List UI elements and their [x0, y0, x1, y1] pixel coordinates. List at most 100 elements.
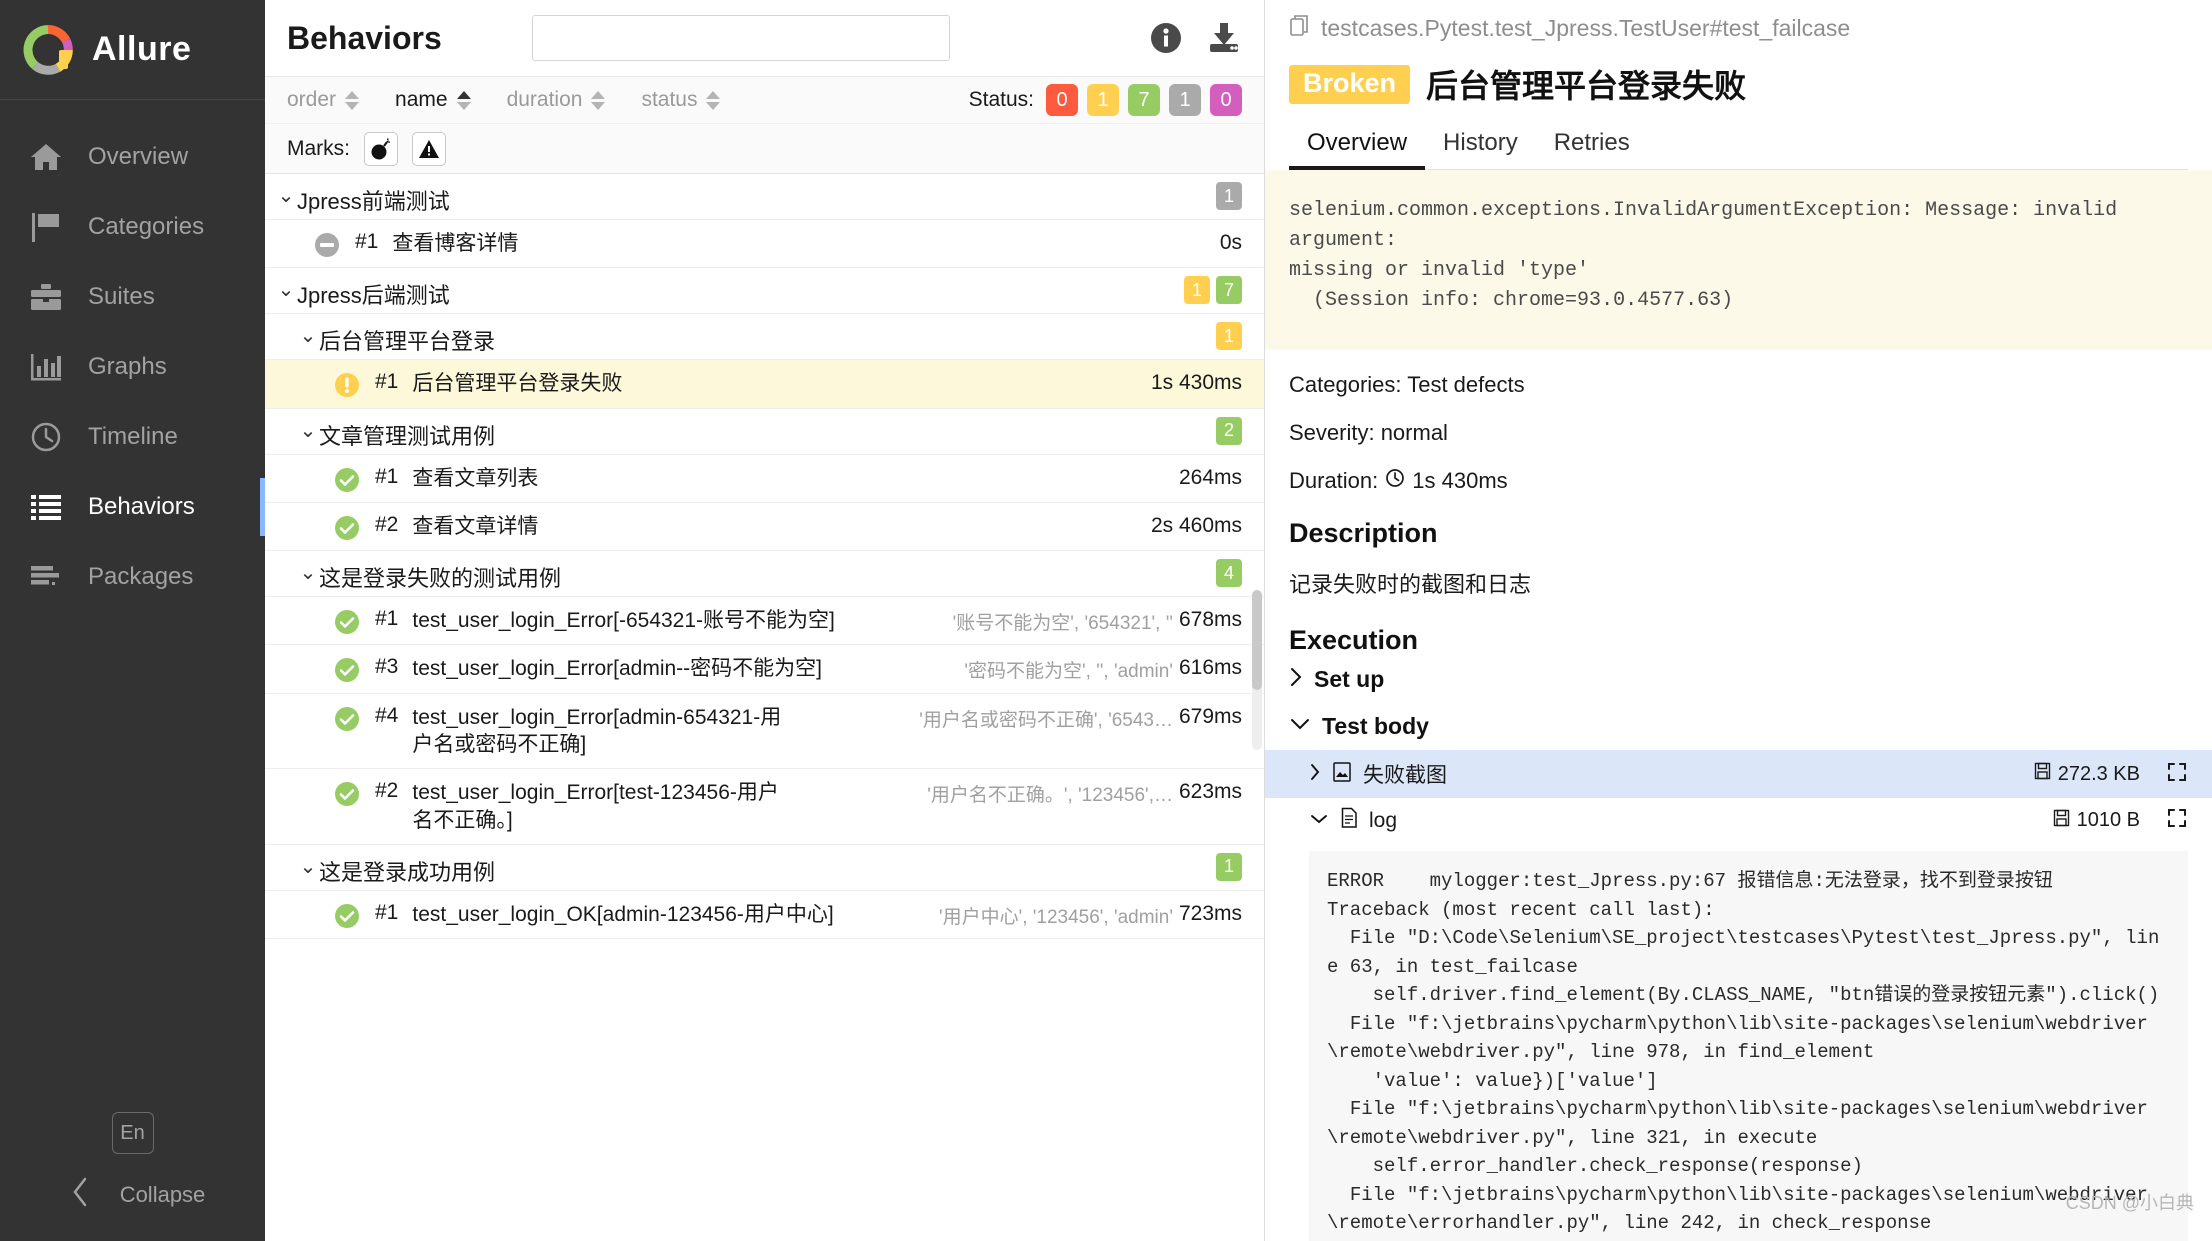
sidebar-item-label: Behaviors — [88, 493, 195, 520]
test-duration: 1s 430ms — [1150, 371, 1242, 395]
sidebar-nav: Overview Categories Suites Graphs Timeli… — [0, 100, 265, 612]
test-name: 查看文章详情 — [412, 514, 539, 538]
status-summary-label: Status: — [968, 88, 1034, 111]
tree-group-label: 这是登录成功用例 — [319, 859, 496, 885]
sidebar-item-timeline[interactable]: Timeline — [0, 402, 265, 472]
test-name: test_user_login_Error[admin-654321-用户名或密… — [412, 705, 782, 757]
sidebar-item-categories[interactable]: Categories — [0, 192, 265, 262]
status-chip-passed[interactable]: 7 — [1128, 84, 1160, 116]
tab-overview[interactable]: Overview — [1289, 129, 1426, 170]
table-row[interactable]: #1 查看博客详情 0s — [265, 220, 1264, 269]
sidebar-item-label: Timeline — [88, 423, 178, 450]
status-icon-passed — [333, 514, 361, 542]
status-chip-skipped[interactable]: 1 — [1169, 84, 1201, 116]
briefcase-icon — [26, 280, 66, 314]
bar-chart-icon — [26, 350, 66, 384]
tree-scrollbar[interactable] — [1252, 590, 1262, 750]
chevron-right-icon — [1289, 666, 1303, 693]
table-row[interactable]: #4 test_user_login_Error[admin-654321-用户… — [265, 694, 1264, 770]
test-duration: 623ms — [1178, 780, 1242, 804]
execution-setup[interactable]: Set up — [1265, 656, 2212, 703]
sort-arrows-icon — [345, 90, 360, 110]
clock-icon — [1385, 468, 1405, 494]
status-icon-passed — [333, 780, 361, 808]
test-duration: 2s 460ms — [1150, 513, 1242, 537]
fullscreen-icon[interactable] — [2166, 761, 2188, 788]
behaviors-tree: ⌄ Jpress前端测试 1 #1 查看博客详情 0s ⌄ Jpress后端测试 — [265, 174, 1264, 1241]
fullscreen-icon[interactable] — [2166, 807, 2188, 834]
sort-status[interactable]: status — [641, 88, 721, 112]
test-index: #1 — [375, 464, 399, 488]
tree-group-row[interactable]: ⌄ 这是登录失败的测试用例 4 — [265, 551, 1264, 598]
chevron-down-icon: ⌄ — [277, 279, 295, 302]
behaviors-panel: Behaviors order name duration status Sta… — [265, 0, 1265, 1241]
sidebar-item-label: Packages — [88, 563, 194, 590]
copy-icon[interactable] — [1289, 14, 1311, 43]
tree-group-row[interactable]: ⌄ Jpress前端测试 1 — [265, 174, 1264, 220]
duration-value: 1s 430ms — [1412, 468, 1508, 493]
sidebar-item-overview[interactable]: Overview — [0, 122, 265, 192]
collapse-button[interactable]: Collapse — [60, 1176, 205, 1213]
attachment-size-text: 272.3 KB — [2057, 762, 2140, 785]
sidebar-item-label: Graphs — [88, 353, 167, 380]
table-row[interactable]: #3 test_user_login_Error[admin--密码不能为空] … — [265, 645, 1264, 694]
tab-retries[interactable]: Retries — [1536, 129, 1648, 169]
tree-group-badges: 1 7 — [1184, 268, 1242, 305]
badge-passed: 1 — [1216, 852, 1242, 881]
attachment-row-screenshot[interactable]: 失败截图 272.3 KB — [1265, 750, 2212, 798]
sidebar-item-behaviors[interactable]: Behaviors — [0, 472, 265, 542]
attachment-name: 失败截图 — [1363, 764, 1447, 787]
test-duration: 264ms — [1178, 465, 1242, 489]
download-icon[interactable] — [1206, 20, 1242, 56]
tree-group-row[interactable]: ⌄ Jpress后端测试 1 7 — [265, 268, 1264, 315]
brand: Allure — [0, 0, 265, 100]
list-icon — [26, 490, 66, 524]
tab-history[interactable]: History — [1425, 129, 1536, 169]
execution-testbody[interactable]: Test body — [1265, 703, 2212, 750]
description-text: 记录失败时的截图和日志 — [1289, 572, 1532, 597]
sort-duration[interactable]: duration — [507, 88, 606, 112]
testbody-label: Test body — [1322, 713, 1429, 739]
bomb-icon[interactable] — [364, 131, 398, 166]
status-chip-broken[interactable]: 1 — [1087, 84, 1119, 116]
table-row[interactable]: #1 test_user_login_OK[admin-123456-用户中心]… — [265, 891, 1264, 940]
status-chip-failed[interactable]: 0 — [1046, 84, 1078, 116]
tree-group-row[interactable]: ⌄ 这是登录成功用例 1 — [265, 845, 1264, 891]
table-row[interactable]: #1 查看文章列表 264ms — [265, 455, 1264, 503]
status-icon-passed — [333, 902, 361, 930]
attachment-name: log — [1369, 808, 1398, 832]
error-message-box: selenium.common.exceptions.InvalidArgume… — [1265, 170, 2212, 350]
attachment-row-log[interactable]: log 1010 B — [1265, 798, 2212, 843]
table-row[interactable]: #2 test_user_login_Error[test-123456-用户名… — [265, 769, 1264, 845]
detail-path: testcases.Pytest.test_Jpress.TestUser#te… — [1321, 15, 1851, 41]
sidebar-item-graphs[interactable]: Graphs — [0, 332, 265, 402]
detail-header: testcases.Pytest.test_Jpress.TestUser#te… — [1265, 0, 2212, 170]
sort-arrows-icon — [456, 90, 471, 110]
search-input[interactable] — [531, 15, 950, 61]
log-content: ERROR mylogger:test_Jpress.py:67 报错信息:无法… — [1309, 851, 2188, 1241]
table-row[interactable]: #2 查看文章详情 2s 460ms — [265, 503, 1264, 552]
table-row[interactable]: #1 后台管理平台登录失败 1s 430ms — [265, 360, 1264, 409]
status-icon-passed — [333, 656, 361, 684]
language-button[interactable]: En — [111, 1112, 154, 1154]
test-params: '用户名不正确。', '123456',… — [927, 785, 1173, 807]
floppy-icon — [2034, 762, 2051, 786]
table-row[interactable]: #1 test_user_login_Error[-654321-账号不能为空]… — [265, 597, 1264, 646]
test-index: #1 — [375, 607, 399, 631]
info-icon[interactable] — [1148, 20, 1184, 56]
chevron-right-icon — [1309, 762, 1321, 787]
test-name: test_user_login_OK[admin-123456-用户中心] — [412, 902, 834, 926]
sidebar-item-packages[interactable]: Packages — [0, 542, 265, 612]
detail-title: 后台管理平台登录失败 — [1426, 68, 1747, 104]
attachment-actions: 1010 B — [2053, 807, 2188, 834]
tree-group-label: Jpress后端测试 — [297, 283, 450, 309]
detail-title-row: Broken 后台管理平台登录失败 — [1289, 61, 2188, 107]
sidebar-item-suites[interactable]: Suites — [0, 262, 265, 332]
tree-group-row[interactable]: ⌄ 文章管理测试用例 2 — [265, 409, 1264, 455]
status-chip-unknown[interactable]: 0 — [1210, 84, 1242, 116]
tree-group-label: 后台管理平台登录 — [319, 329, 496, 355]
warning-triangle-icon[interactable] — [412, 131, 446, 166]
sort-name[interactable]: name — [395, 88, 471, 112]
tree-group-row[interactable]: ⌄ 后台管理平台登录 1 — [265, 314, 1264, 361]
sort-order[interactable]: order — [287, 88, 360, 112]
